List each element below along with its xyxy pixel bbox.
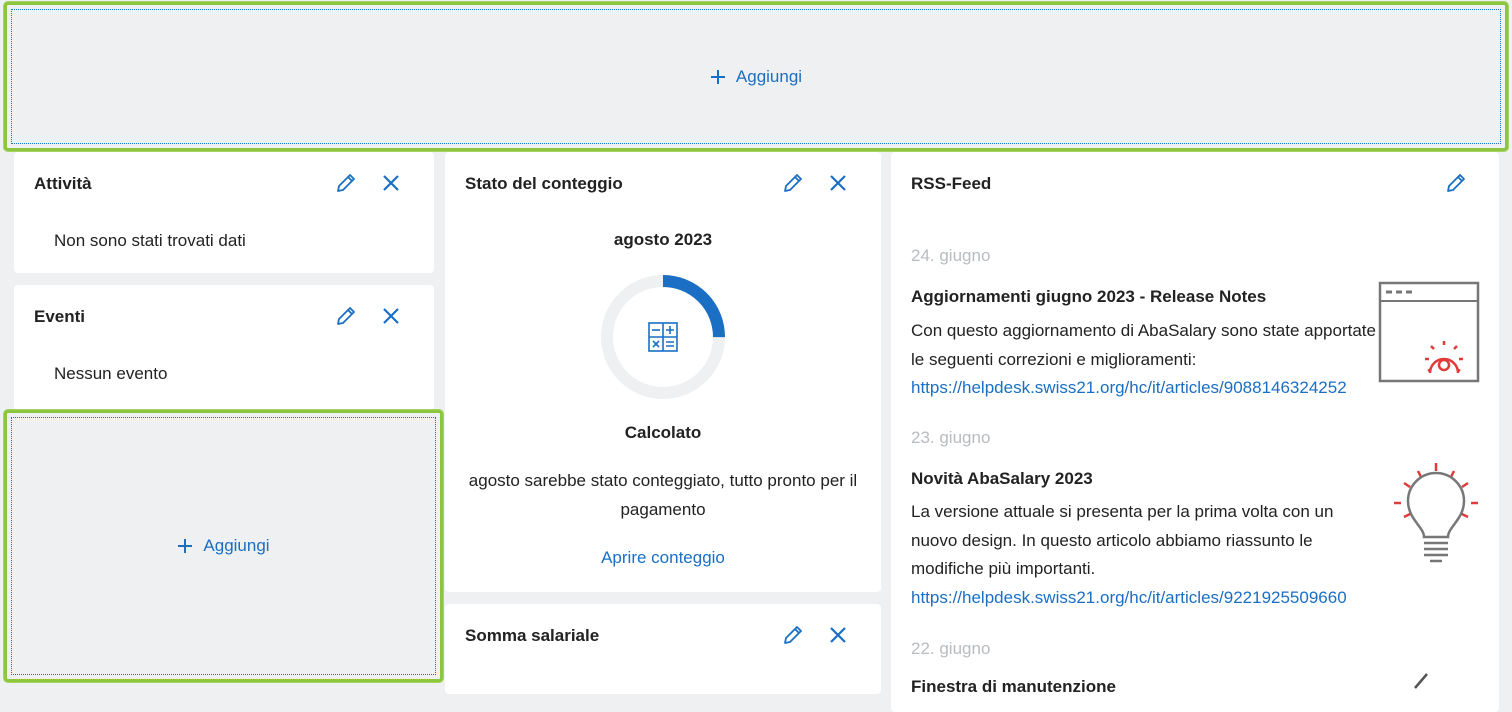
somma-card: Somma salariale bbox=[445, 604, 881, 694]
browser-gear-icon bbox=[1378, 281, 1480, 383]
rss-card: RSS-Feed 24. giugno Aggiornamenti giugno… bbox=[891, 152, 1499, 712]
rss-item-date: 22. giugno bbox=[911, 639, 991, 658]
attivita-edit-button[interactable] bbox=[332, 169, 360, 197]
top-add-label: Aggiungi bbox=[735, 66, 803, 86]
stato-description: agosto sarebbe stato conteggiato, tutto … bbox=[468, 471, 858, 519]
left-add-button[interactable]: Aggiungi bbox=[177, 536, 270, 556]
rss-item-title: Aggiornamenti giugno 2023 - Release Note… bbox=[911, 287, 1267, 306]
eventi-card: Eventi Nessun evento bbox=[14, 285, 434, 410]
progress-ring bbox=[601, 275, 725, 399]
close-icon bbox=[830, 627, 846, 643]
lightbulb-icon bbox=[1394, 463, 1478, 563]
eventi-edit-button[interactable] bbox=[332, 302, 360, 330]
rss-title: RSS-Feed bbox=[911, 174, 992, 193]
somma-title: Somma salariale bbox=[465, 626, 600, 645]
rss-item-link[interactable]: https://helpdesk.swiss21.org/hc/it/artic… bbox=[911, 374, 1381, 403]
pencil-icon bbox=[784, 174, 802, 192]
close-icon bbox=[830, 175, 846, 191]
rss-item-link[interactable]: https://helpdesk.swiss21.org/hc/it/artic… bbox=[911, 584, 1381, 613]
pencil-icon bbox=[337, 307, 355, 325]
left-add-dropzone: Aggiungi bbox=[11, 417, 436, 675]
calculator-icon bbox=[648, 322, 678, 352]
pencil-icon bbox=[337, 174, 355, 192]
stato-link-wrap: Aprire conteggio bbox=[445, 548, 881, 568]
top-add-zone: Aggiungi bbox=[4, 2, 1508, 151]
somma-edit-button[interactable] bbox=[779, 621, 807, 649]
top-add-dropzone: Aggiungi bbox=[11, 9, 1501, 144]
open-conteggio-link[interactable]: Aprire conteggio bbox=[601, 548, 725, 567]
attivita-title: Attività bbox=[34, 174, 92, 193]
close-icon bbox=[383, 175, 399, 191]
left-add-label: Aggiungi bbox=[203, 536, 270, 555]
rss-item-body: Con questo aggiornamento di AbaSalary so… bbox=[911, 317, 1381, 403]
rss-item-title: Novità AbaSalary 2023 bbox=[911, 469, 1093, 488]
rss-item-text: La versione attuale si presenta per la p… bbox=[911, 502, 1334, 578]
stato-edit-button[interactable] bbox=[779, 169, 807, 197]
attivita-close-button[interactable] bbox=[377, 169, 405, 197]
top-add-button[interactable]: Aggiungi bbox=[710, 67, 802, 87]
rss-item-text: Con questo aggiornamento di AbaSalary so… bbox=[911, 321, 1376, 369]
rss-item-date: 23. giugno bbox=[911, 428, 991, 447]
pencil-icon bbox=[784, 626, 802, 644]
rss-item-body: La versione attuale si presenta per la p… bbox=[911, 498, 1381, 612]
rss-edit-button[interactable] bbox=[1442, 169, 1470, 197]
close-icon bbox=[383, 308, 399, 324]
rss-item-date: 24. giugno bbox=[911, 246, 991, 265]
pencil-icon bbox=[1447, 174, 1465, 192]
stato-status: Calcolato bbox=[624, 423, 702, 442]
plus-icon bbox=[710, 69, 725, 84]
eventi-empty-text: Nessun evento bbox=[54, 364, 168, 383]
stato-close-button[interactable] bbox=[824, 169, 852, 197]
stato-period: agosto 2023 bbox=[613, 230, 713, 249]
attivita-card: Attività Non sono stati trovati dati bbox=[14, 152, 434, 273]
left-add-zone: Aggiungi bbox=[4, 410, 443, 682]
eventi-close-button[interactable] bbox=[377, 302, 405, 330]
eventi-title: Eventi bbox=[34, 307, 86, 326]
partial-item-icon bbox=[1414, 673, 1428, 689]
plus-icon bbox=[178, 539, 193, 553]
rss-item-title: Finestra di manutenzione bbox=[911, 677, 1116, 696]
stato-title: Stato del conteggio bbox=[465, 174, 623, 193]
stato-card: Stato del conteggio agosto 2023 Calcolat… bbox=[445, 152, 881, 592]
somma-close-button[interactable] bbox=[824, 621, 852, 649]
attivita-empty-text: Non sono stati trovati dati bbox=[54, 231, 246, 250]
